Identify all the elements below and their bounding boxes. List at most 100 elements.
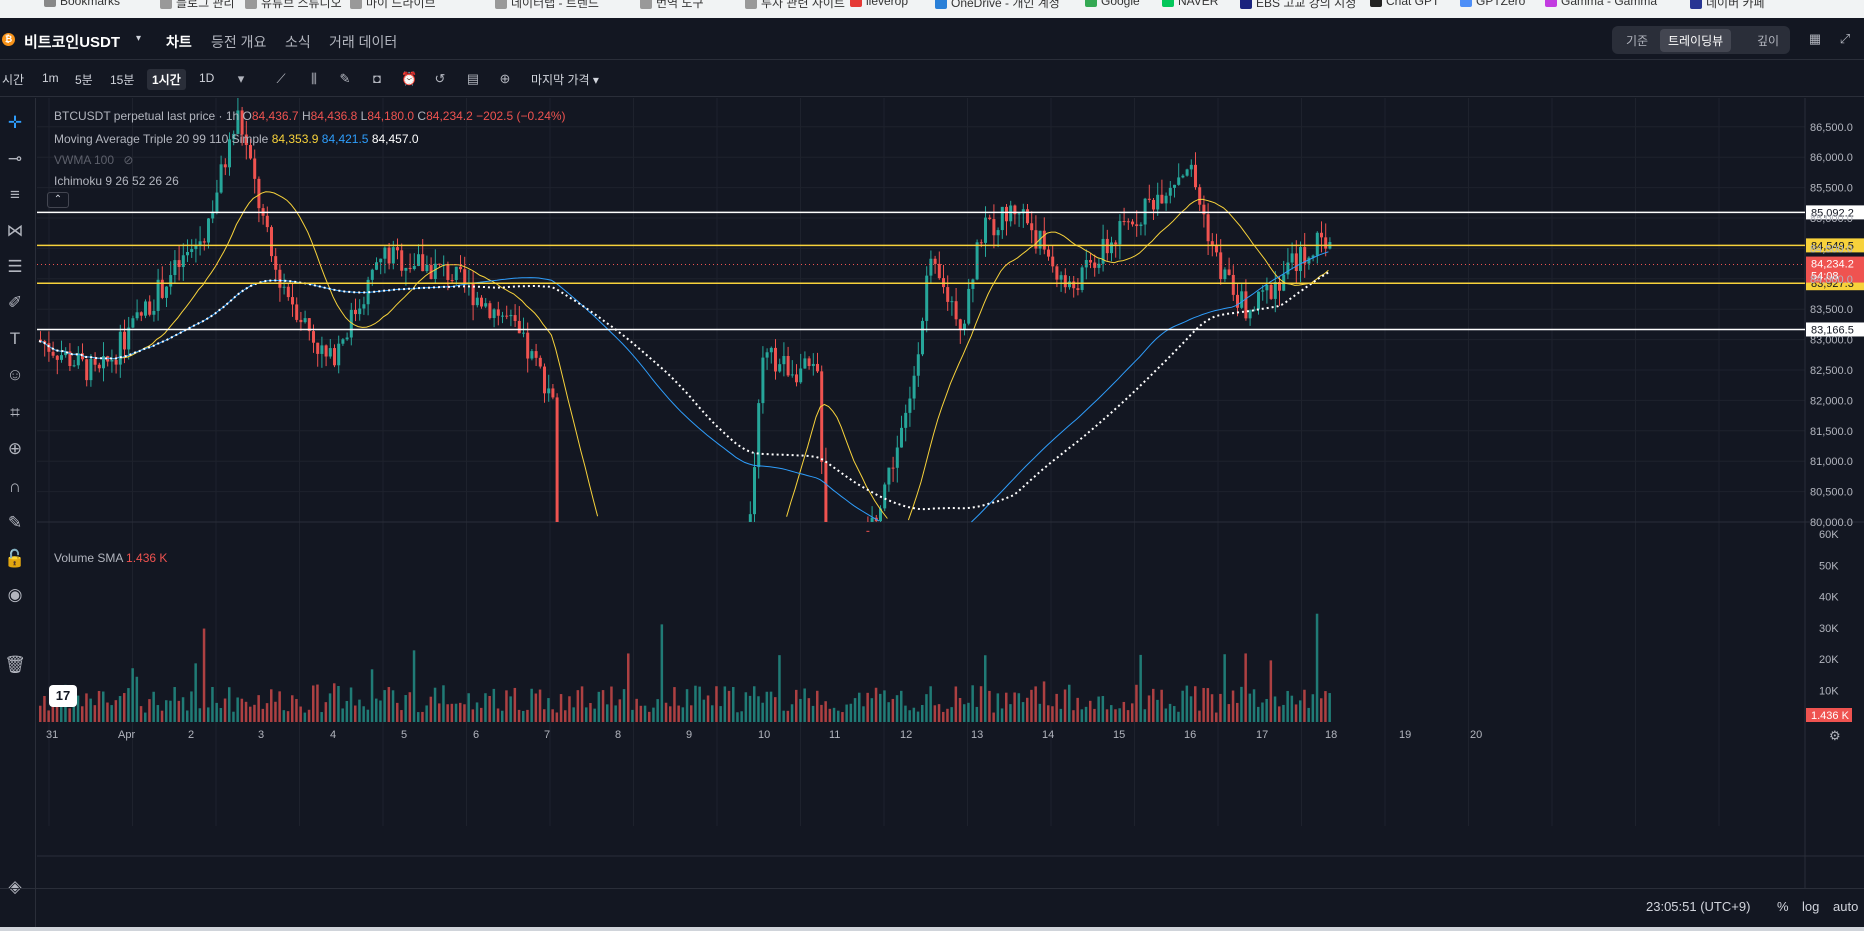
volume-bar [1320, 698, 1323, 722]
lock-icon[interactable]: 🔓 [4, 548, 26, 570]
volume-bar [807, 698, 811, 722]
bookmark-item[interactable]: 마이 드라이브 [350, 0, 436, 11]
percent-toggle[interactable]: % [1777, 899, 1789, 914]
bookmark-item[interactable]: ileverop [850, 0, 908, 8]
candle-body [299, 319, 303, 323]
volume-bar [1286, 690, 1289, 722]
bookmark-item[interactable]: NAVER [1162, 0, 1218, 8]
volume-bar [307, 709, 311, 722]
ma-legend[interactable]: Moving Average Triple 20 99 110 Simple 8… [54, 132, 419, 146]
view-mode-depth[interactable]: 깊이 [1757, 32, 1779, 49]
candle-type-icon[interactable]: ⫼ [306, 71, 322, 87]
candle-body [433, 263, 437, 279]
add-indicator-icon[interactable]: ⊕ [497, 71, 513, 87]
interval-dropdown-icon[interactable]: ▾ [233, 71, 249, 87]
bookmark-item[interactable]: GPTZero [1460, 0, 1525, 8]
hidden-eye-icon[interactable]: ⊘ [123, 153, 133, 167]
volume-bar [925, 694, 928, 722]
candle-body [547, 388, 551, 394]
interval-15m[interactable]: 15분 [110, 71, 134, 88]
zoom-icon[interactable]: ⊕ [4, 438, 26, 460]
candle-body [895, 447, 899, 468]
volume-bar [786, 710, 790, 722]
bookmark-item[interactable]: 네이버 카페 [1690, 0, 1765, 11]
candle-body [517, 320, 521, 334]
tab-chart[interactable]: 차트 [166, 32, 192, 52]
auto-toggle[interactable]: auto [1833, 899, 1858, 914]
volume-bar [975, 706, 979, 722]
ruler-icon[interactable]: ⌗ [4, 402, 26, 424]
horizontal-ray-icon[interactable]: ⊸ [4, 148, 26, 170]
volume-bar [265, 703, 269, 722]
volume-bar [396, 702, 399, 722]
candle-body [337, 343, 341, 366]
parallel-lines-icon[interactable]: ≡ [4, 184, 26, 206]
camera-icon[interactable]: ◘ [369, 71, 385, 87]
log-toggle[interactable]: log [1802, 899, 1819, 914]
symbol-name[interactable]: 비트코인USDT [24, 31, 120, 52]
tab-coin-overview[interactable]: 등전 개요 [211, 32, 266, 52]
replay-icon[interactable]: ↺ [432, 71, 448, 87]
interval-5m[interactable]: 5분 [75, 71, 93, 88]
volume-bar [564, 710, 567, 722]
candle-body [1135, 224, 1139, 227]
crosshair-icon[interactable]: ✛ [4, 112, 26, 134]
bookmark-item[interactable]: 블로그 관리 [160, 0, 235, 11]
interval-1m[interactable]: 1m [42, 71, 59, 85]
symbol-dropdown-icon[interactable]: ▾ [136, 33, 141, 44]
price-type-select[interactable]: 마지막 가격 ▾ [531, 71, 599, 88]
bookmark-item[interactable]: OneDrive - 개인 계정 [935, 0, 1060, 11]
bookmark-item[interactable]: 유튜브 스튜디오 [245, 0, 342, 11]
ichimoku-legend[interactable]: Ichimoku 9 26 52 26 26 [54, 174, 179, 188]
bookmark-item[interactable]: Google [1085, 0, 1140, 8]
emoji-icon[interactable]: ☺ [4, 364, 26, 386]
bookmark-item[interactable]: Gamma - Gamma [1545, 0, 1657, 8]
tab-trading-data[interactable]: 거래 데이터 [329, 32, 397, 52]
fullscreen-icon[interactable]: ⤢ [1838, 32, 1852, 46]
brush-icon[interactable]: ✐ [4, 292, 26, 314]
chart-header: ₿ 비트코인USDT ▾ 차트 등전 개요 소식 거래 데이터 기준 트레이딩뷰… [0, 18, 1864, 60]
pattern-icon[interactable]: ⋈ [4, 220, 26, 242]
volume-bar [1194, 686, 1197, 722]
interval-1h[interactable]: 1시간 [147, 69, 186, 90]
alarm-icon[interactable]: ⏰ [401, 71, 417, 87]
bookmark-item[interactable]: 데이터랩 - 트렌드 [495, 0, 599, 11]
bookmark-item[interactable]: Bookmarks [44, 0, 120, 8]
line-chart-icon[interactable]: ⟋ [273, 71, 289, 87]
text-icon[interactable]: T [4, 328, 26, 350]
layout-grid-icon[interactable]: ▦ [1808, 32, 1822, 46]
tab-news[interactable]: 소식 [285, 32, 311, 52]
volume-bar [715, 686, 718, 722]
chart-area[interactable]: 85,092.2 84,549.5 83,927.3 83,166.5 84,234.2… [37, 98, 1864, 888]
view-mode-tradingview[interactable]: 트레이딩뷰 [1660, 29, 1732, 52]
bookmark-item[interactable]: 번역 도구 [640, 0, 704, 11]
volume-bar [694, 685, 697, 722]
candle-body [530, 351, 534, 359]
bookmark-item[interactable]: 투자 관련 사이트 [745, 0, 845, 11]
volume-bar [803, 688, 806, 722]
volume-legend[interactable]: Volume SMA 1.436 K [54, 551, 167, 565]
volume-bar [1097, 696, 1100, 722]
volume-bar [585, 707, 588, 722]
eye-icon[interactable]: ◉ [4, 584, 26, 606]
volume-bar [194, 663, 197, 722]
clock[interactable]: 23:05:51 (UTC+9) [1646, 899, 1750, 914]
bookmark-item[interactable]: Chat GPT [1370, 0, 1439, 8]
vwma-legend[interactable]: VWMA 100 ⊘ [54, 153, 133, 167]
pencil-icon[interactable]: ✎ [337, 71, 353, 87]
collapse-legend-button[interactable]: ⌃ [47, 192, 69, 208]
price-axis-label: 82,000.0 [1810, 395, 1853, 407]
view-mode-basic[interactable]: 기준 [1626, 32, 1648, 49]
fib-icon[interactable]: ☰ [4, 256, 26, 278]
bookmark-item[interactable]: EBS 고교 강의 시청 [1240, 0, 1356, 11]
candle-body [509, 315, 513, 317]
tradingview-logo[interactable]: 17 [49, 685, 77, 707]
stay-drawing-icon[interactable]: ✎ [4, 512, 26, 534]
calendar-icon[interactable]: ▤ [465, 71, 481, 87]
interval-1d[interactable]: 1D [199, 71, 214, 85]
volume-bar [391, 690, 395, 722]
time-axis-label: 18 [1325, 729, 1337, 741]
magnet-icon[interactable]: ∩ [4, 476, 26, 498]
trash-icon[interactable]: 🗑 [4, 654, 26, 676]
price-chart-canvas[interactable]: 85,092.284,549.583,927.383,166.584,234.2… [37, 98, 1864, 888]
